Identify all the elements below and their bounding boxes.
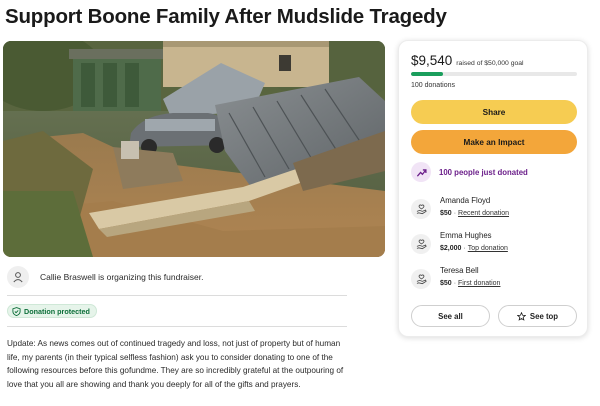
page-title: Support Boone Family After Mudslide Trag… <box>5 5 447 28</box>
progress-fill <box>411 72 443 76</box>
donor-amount: $2,000 <box>440 245 462 252</box>
donor-meta: $50 · Recent donation <box>440 210 510 217</box>
donation-card: $9,540 raised of $50,000 goal 100 donati… <box>398 40 588 337</box>
donation-hand-icon <box>411 269 431 289</box>
donation-hand-icon <box>411 234 431 254</box>
star-icon <box>516 311 526 321</box>
divider <box>7 326 347 327</box>
organizer-row: Callie Braswell is organizing this fundr… <box>7 265 347 289</box>
trend-text: 100 people just donated <box>439 167 528 177</box>
donor-name: Amanda Floyd <box>440 196 491 205</box>
trend-row: 100 people just donated <box>411 162 528 182</box>
donor-item: Teresa Bell $50 · First donation <box>411 265 500 289</box>
update-text: Update: As news comes out of continued t… <box>7 339 344 389</box>
see-top-label: See top <box>529 311 559 321</box>
donor-item: Amanda Floyd $50 · Recent donation <box>411 195 509 219</box>
donor-amount: $50 <box>440 210 452 217</box>
donor-meta: $2,000 · Top donation <box>440 245 508 252</box>
donor-name: Emma Hughes <box>440 231 492 240</box>
donation-hand-icon <box>411 199 431 219</box>
shield-check-icon <box>12 306 21 316</box>
share-button[interactable]: Share <box>411 100 577 124</box>
see-all-button[interactable]: See all <box>411 305 490 327</box>
donor-tag[interactable]: First donation <box>458 280 500 287</box>
trending-up-icon <box>411 162 431 182</box>
donor-tag[interactable]: Recent donation <box>458 210 509 217</box>
donor-tag[interactable]: Top donation <box>468 245 508 252</box>
organizer-text: Callie Braswell is organizing this fundr… <box>40 272 204 282</box>
donation-count: 100 donations <box>411 82 455 89</box>
person-icon <box>7 266 29 288</box>
badge-label: Donation protected <box>24 306 90 316</box>
donation-protected-badge[interactable]: Donation protected <box>7 304 97 318</box>
divider <box>7 295 347 296</box>
donor-name: Teresa Bell <box>440 266 479 275</box>
amount-line: $9,540 raised of $50,000 goal <box>411 53 524 68</box>
mudslide-photo <box>3 41 385 257</box>
see-top-button[interactable]: See top <box>498 305 577 327</box>
donor-meta: $50 · First donation <box>440 280 501 287</box>
raised-amount: $9,540 <box>411 53 453 68</box>
donor-amount: $50 <box>440 280 452 287</box>
progress-bar <box>411 72 577 76</box>
donor-item: Emma Hughes $2,000 · Top donation <box>411 230 508 254</box>
goal-text: raised of $50,000 goal <box>456 60 524 67</box>
make-an-impact-button[interactable]: Make an Impact <box>411 130 577 154</box>
